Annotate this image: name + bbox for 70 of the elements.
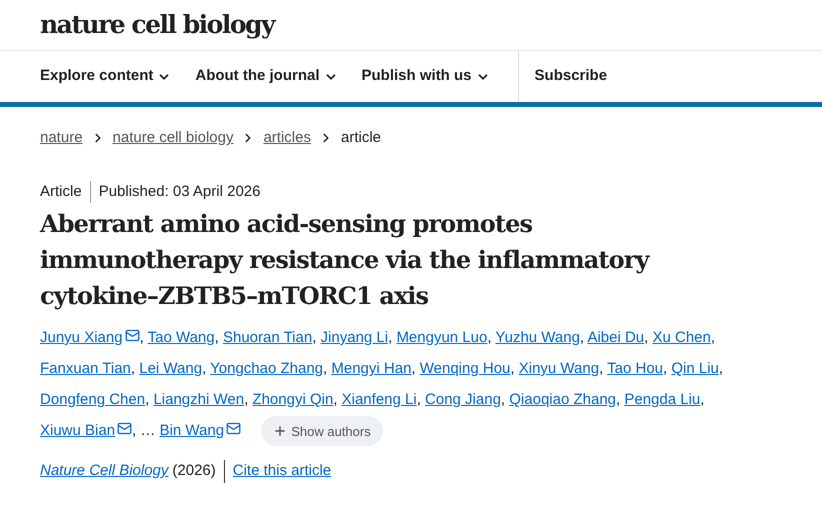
author-link[interactable]: Junyu Xiang bbox=[40, 329, 123, 346]
separator: , bbox=[202, 360, 206, 377]
author-link[interactable]: Shuoran Tian bbox=[222, 329, 312, 346]
nav-menu-item[interactable]: Explore content bbox=[40, 65, 172, 88]
separator: , bbox=[700, 391, 704, 408]
separator: , bbox=[599, 360, 604, 377]
article-title: Aberrant amino acid-sensing promotes immunotherapy resistance via the inflammatory cytokine–ZBTB5–mTORC1 axis bbox=[38, 208, 651, 312]
separator: , bbox=[312, 329, 316, 346]
separator: , bbox=[663, 360, 668, 377]
article-type: Article bbox=[40, 180, 91, 203]
author-link[interactable]: Fanxuan Tian bbox=[40, 360, 131, 377]
author-link[interactable]: Liangzhi Wen bbox=[153, 391, 244, 408]
show-authors-button[interactable]: Show authors bbox=[261, 416, 383, 446]
separator: , bbox=[500, 391, 506, 408]
author-link[interactable]: Aibei Du bbox=[587, 329, 644, 346]
author-link[interactable]: Qiaoqiao Zhang bbox=[509, 391, 616, 408]
author-link[interactable]: Yongchao Zhang bbox=[210, 360, 324, 377]
separator: , bbox=[388, 329, 392, 346]
separator: , bbox=[718, 360, 724, 377]
separator: , bbox=[214, 329, 219, 346]
author-link[interactable]: Wenqing Hou bbox=[420, 360, 510, 377]
separator: , bbox=[333, 391, 338, 408]
separator: , bbox=[132, 422, 136, 439]
author-link[interactable]: Yuzhu Wang bbox=[495, 329, 580, 346]
author-link[interactable]: Xu Chen bbox=[652, 329, 711, 346]
separator: , bbox=[244, 391, 248, 408]
separator: , bbox=[323, 360, 328, 377]
author-link[interactable]: Lei Wang bbox=[139, 360, 202, 377]
author-link[interactable]: Jinyang Li bbox=[320, 329, 388, 346]
journal-link[interactable]: Nature Cell Biology bbox=[40, 460, 168, 483]
publication-year: (2026) bbox=[172, 460, 225, 483]
mail-icon[interactable] bbox=[226, 421, 242, 436]
author-link[interactable]: Xinyu Wang bbox=[518, 360, 600, 377]
separator: , bbox=[616, 391, 620, 408]
mail-icon[interactable] bbox=[117, 421, 132, 436]
separator: , bbox=[710, 329, 716, 346]
mail-icon[interactable] bbox=[124, 328, 140, 343]
author-link[interactable]: Bin Wang bbox=[160, 422, 224, 439]
breadcrumb-link[interactable]: nature cell biology bbox=[112, 127, 234, 150]
breadcrumb-link[interactable]: articles bbox=[263, 127, 311, 150]
separator: , bbox=[580, 329, 584, 346]
author-link[interactable]: Pengda Liu bbox=[624, 391, 700, 408]
nav-menu-item[interactable]: About the journal bbox=[195, 65, 338, 88]
author-link[interactable]: Xiuwu Bian bbox=[40, 422, 116, 439]
separator: , bbox=[130, 360, 136, 377]
ellipsis: … bbox=[140, 422, 156, 439]
separator: , bbox=[644, 329, 648, 346]
journal-logo[interactable]: nature cell biology bbox=[40, 6, 274, 44]
breadcrumb-link[interactable]: nature bbox=[40, 127, 83, 150]
author-link[interactable]: Dongfeng Chen bbox=[40, 391, 146, 408]
nav-menu-item[interactable]: Publish with us bbox=[362, 65, 490, 88]
published-date: Published: 03 April 2026 bbox=[98, 182, 260, 202]
author-link[interactable]: Xianfeng Li bbox=[342, 391, 417, 408]
nav-menu-item[interactable]: Subscribe bbox=[534, 65, 608, 88]
author-link[interactable]: Mengyun Luo bbox=[396, 329, 488, 346]
author-link[interactable]: Tao Wang bbox=[148, 329, 215, 346]
plus-icon bbox=[273, 424, 288, 438]
separator: , bbox=[510, 360, 515, 377]
breadcrumb-current: article bbox=[340, 128, 381, 148]
author-link[interactable]: Tao Hou bbox=[607, 360, 664, 377]
separator: , bbox=[145, 391, 150, 408]
separator: , bbox=[140, 329, 144, 346]
separator: , bbox=[411, 360, 416, 377]
author-link[interactable]: Mengyi Han bbox=[331, 360, 412, 377]
author-link[interactable]: Qin Liu bbox=[671, 360, 719, 377]
author-link[interactable]: Cong Jiang bbox=[425, 391, 501, 408]
cite-link[interactable]: Cite this article bbox=[232, 460, 332, 483]
author-link[interactable]: Zhongyi Qin bbox=[252, 391, 334, 408]
separator: , bbox=[416, 391, 421, 408]
separator: , bbox=[487, 329, 492, 346]
